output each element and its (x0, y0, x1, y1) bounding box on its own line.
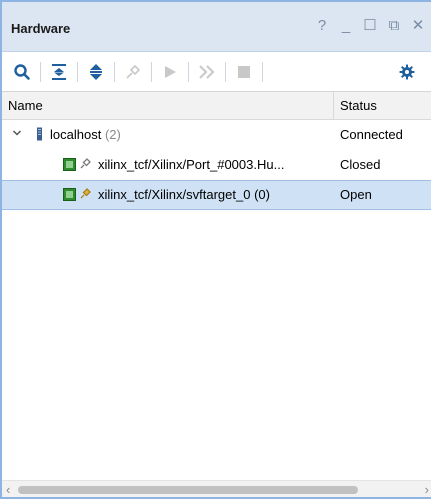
column-divider[interactable] (333, 92, 334, 120)
selection-border (2, 180, 431, 181)
window-controls: ? _ ☐ ⧉ ✕ (315, 16, 425, 36)
toolbar-separator (77, 61, 78, 82)
float-button[interactable]: ⧉ (387, 16, 401, 36)
fast-forward-button[interactable] (193, 58, 221, 86)
gear-icon (399, 64, 415, 80)
scroll-left-arrow[interactable]: ‹ (6, 482, 10, 497)
hardware-toolbar (2, 52, 431, 92)
status-cell: Closed (340, 157, 381, 172)
toolbar-separator (225, 61, 226, 82)
expand-all-icon (90, 63, 102, 80)
collapse-all-icon (52, 63, 66, 80)
expand-all-button[interactable] (82, 58, 110, 86)
minimize-button[interactable]: _ (339, 16, 353, 36)
host-name: localhost (50, 127, 102, 142)
tree-label-svftarget: xilinx_tcf/Xilinx/svftarget_0 (0) (98, 187, 270, 202)
panel-title: Hardware (11, 21, 71, 36)
auto-connect-icon (126, 64, 141, 79)
stop-icon (238, 65, 250, 78)
toolbar-separator (262, 61, 263, 82)
tree-row-port-target[interactable]: xilinx_tcf/Xilinx/Port_#0003.Hu... Close… (2, 150, 431, 180)
close-button[interactable]: ✕ (411, 16, 425, 36)
tree-label-localhost: localhost (2) (50, 127, 121, 142)
tree-row-localhost[interactable]: localhost (2) Connected (2, 120, 431, 150)
status-cell: Connected (340, 127, 403, 142)
table-header: Name Status (2, 92, 431, 120)
status-cell: Open (340, 187, 372, 202)
scrollbar-thumb[interactable] (18, 486, 358, 494)
link-icon (80, 188, 91, 199)
chip-icon (63, 158, 76, 171)
stop-button[interactable] (230, 58, 258, 86)
selection-border (2, 209, 431, 210)
maximize-button[interactable]: ☐ (363, 16, 377, 36)
scroll-right-arrow[interactable]: › (425, 482, 429, 497)
tree-row-svftarget[interactable]: xilinx_tcf/Xilinx/svftarget_0 (0) Open (2, 180, 431, 210)
toolbar-separator (114, 61, 115, 82)
chip-icon (63, 188, 76, 201)
settings-button[interactable] (393, 58, 421, 86)
search-button[interactable] (8, 58, 36, 86)
link-icon (80, 158, 91, 169)
auto-connect-button[interactable] (119, 58, 147, 86)
column-header-name[interactable]: Name (8, 98, 43, 113)
search-icon (14, 63, 30, 80)
help-button[interactable]: ? (315, 16, 329, 36)
fast-forward-icon (199, 64, 215, 79)
host-count: (2) (104, 127, 121, 142)
run-button[interactable] (156, 58, 184, 86)
collapse-all-button[interactable] (45, 58, 73, 86)
column-header-status[interactable]: Status (340, 98, 377, 113)
chevron-down-icon[interactable] (12, 128, 22, 138)
toolbar-separator (40, 61, 41, 82)
toolbar-separator (188, 61, 189, 82)
toolbar-separator (151, 61, 152, 82)
run-icon (165, 65, 176, 78)
horizontal-scrollbar[interactable]: ‹ › (2, 480, 431, 497)
panel-titlebar: Hardware ? _ ☐ ⧉ ✕ (2, 2, 431, 52)
server-icon (37, 127, 42, 141)
tree-label-port-target: xilinx_tcf/Xilinx/Port_#0003.Hu... (98, 157, 285, 172)
